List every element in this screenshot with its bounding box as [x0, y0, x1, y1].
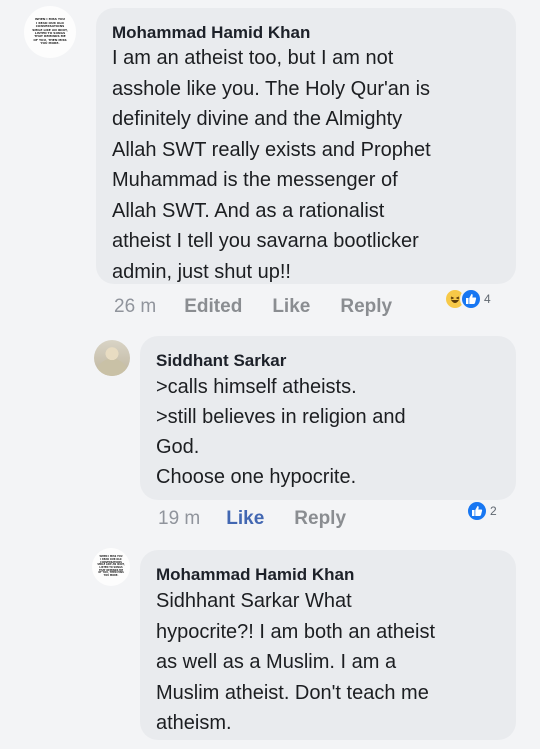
comment-author[interactable]: Siddhant Sarkar — [156, 350, 516, 372]
like-icon — [466, 500, 488, 522]
reply-button[interactable]: Reply — [340, 296, 392, 318]
comment-timestamp[interactable]: 19 m — [158, 508, 200, 530]
avatar[interactable] — [94, 340, 130, 376]
like-button[interactable]: Like — [272, 296, 310, 318]
avatar[interactable]: WHEN I MISS YOU I READ OUR OLD CONVERSAT… — [92, 548, 130, 586]
comment-bubble: Mohammad Hamid Khan I am an atheist too,… — [96, 8, 516, 284]
edited-label[interactable]: Edited — [184, 296, 242, 318]
reaction-count: 2 — [490, 504, 497, 518]
reaction-count: 4 — [484, 292, 491, 306]
comment-bubble: Siddhant Sarkar >calls himself atheists.… — [140, 336, 516, 500]
comment-author[interactable]: Mohammad Hamid Khan — [112, 22, 516, 44]
reaction-summary[interactable]: 4 — [444, 288, 491, 310]
comment-text: >calls himself atheists. >still believes… — [156, 376, 406, 488]
avatar-quote-image: WHEN I MISS YOU I READ OUR OLD CONVERSAT… — [92, 548, 130, 586]
comment-text: I am an atheist too, but I am not asshol… — [112, 47, 431, 283]
comment-text: Sidhhant Sarkar What hypocrite?! I am bo… — [156, 590, 436, 734]
comment-bubble: Mohammad Hamid Khan Sidhhant Sarkar What… — [140, 550, 516, 740]
like-icon — [460, 288, 482, 310]
comment-timestamp[interactable]: 26 m — [114, 296, 156, 318]
avatar-quote-image: WHEN I MISS YOU I READ OUR OLD CONVERSAT… — [24, 6, 76, 58]
comment-actions: 19 m Like Reply — [158, 508, 346, 530]
avatar[interactable]: WHEN I MISS YOU I READ OUR OLD CONVERSAT… — [24, 6, 76, 58]
like-button[interactable]: Like — [226, 508, 264, 530]
reaction-summary[interactable]: 2 — [466, 500, 497, 522]
reply-button[interactable]: Reply — [294, 508, 346, 530]
comment-actions: 26 m Edited Like Reply — [114, 296, 392, 318]
comment-author[interactable]: Mohammad Hamid Khan — [156, 564, 516, 586]
profile-photo — [94, 340, 130, 376]
